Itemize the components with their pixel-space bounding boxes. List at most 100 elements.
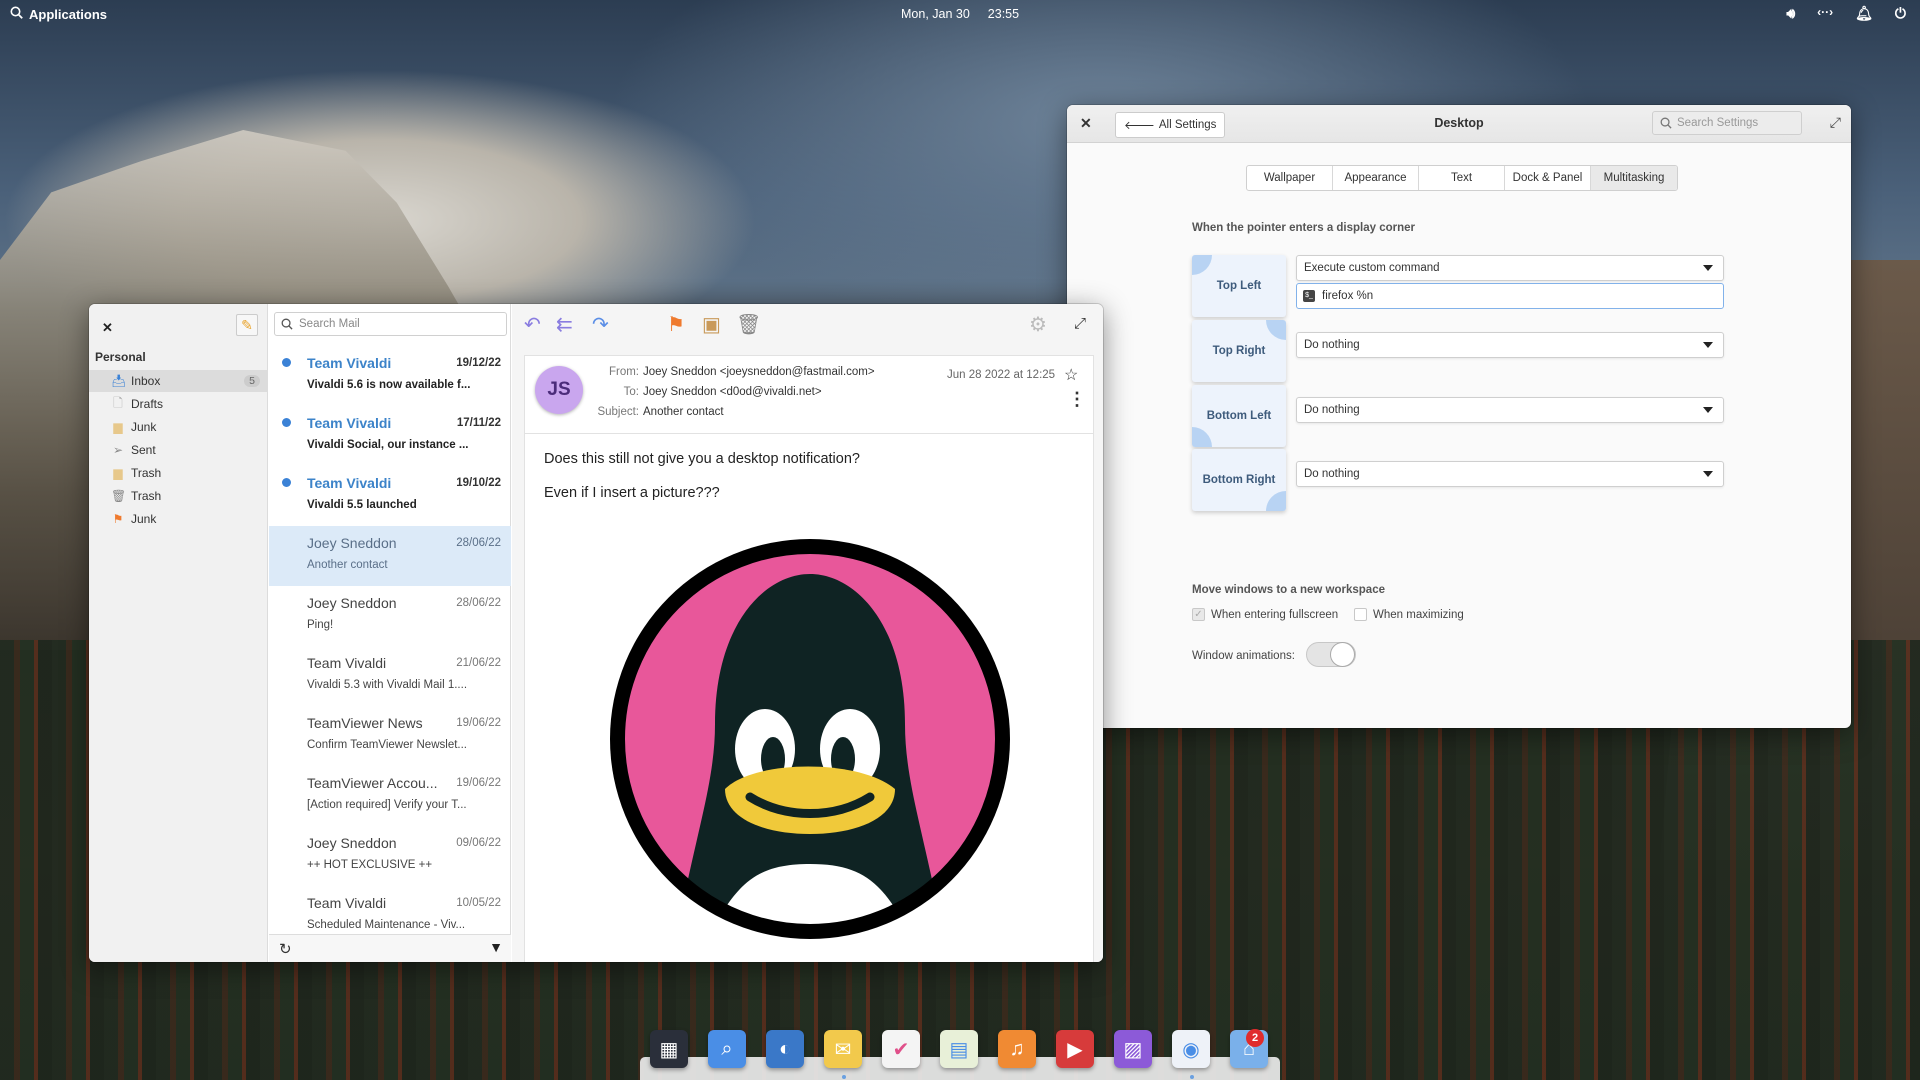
custom-command-input[interactable]: $_ firefox %n [1296, 283, 1724, 309]
photos-icon[interactable]: ▨ [1114, 1030, 1152, 1068]
settings-gear-icon[interactable]: ⚙ [1029, 312, 1047, 337]
corner-indicator [1192, 255, 1212, 275]
power-icon[interactable]: ⏻ [1895, 5, 1906, 22]
message-row[interactable]: Team Vivaldi 19/10/22 Vivaldi 5.5 launched [269, 466, 511, 526]
message-subject: [Action required] Verify your T... [307, 799, 467, 811]
search-mail-input[interactable]: Search Mail [274, 312, 507, 336]
tux-penguin-image [610, 539, 1010, 939]
message-sender: Joey Sneddon [307, 595, 397, 611]
refresh-icon[interactable]: ↻ [279, 940, 292, 958]
tab-wallpaper[interactable]: Wallpaper [1247, 166, 1333, 190]
maximize-icon[interactable]: ⤢ [1074, 315, 1086, 332]
account-label: Personal [95, 350, 146, 364]
message-row[interactable]: TeamViewer News 19/06/22 Confirm TeamViewe… [269, 706, 511, 766]
avatar: JS [535, 366, 583, 414]
folder-drafts[interactable]: 🗋 Drafts [89, 393, 268, 415]
search-settings-input[interactable]: Search Settings [1652, 111, 1802, 135]
videos-icon[interactable]: ▶ [1056, 1030, 1094, 1068]
notifications-icon[interactable]: 🔔︎ [1855, 5, 1873, 22]
files-icon[interactable]: ⌕ [708, 1030, 746, 1068]
bottom-left-action-select[interactable]: Do nothing [1296, 397, 1724, 423]
message-row[interactable]: Team Vivaldi 17/11/22 Vivaldi Social, our … [269, 406, 511, 466]
folder-icon: ▆ [113, 420, 123, 434]
folder-sent[interactable]: ➢ Sent [89, 439, 268, 461]
volume-icon[interactable]: 🔊︎ [1786, 5, 1795, 22]
inbox-icon: 📥︎ [111, 374, 127, 388]
music-icon[interactable]: ♫ [998, 1030, 1036, 1068]
message-row[interactable]: Joey Sneddon 09/06/22 ++ HOT EXCLUSIVE ++ [269, 826, 511, 886]
datetime-indicator[interactable]: Mon, Jan 30 23:55 [901, 7, 1019, 21]
trash-icon[interactable]: 🗑︎ [736, 312, 761, 337]
folder-inbox[interactable]: 📥︎ Inbox 5 [89, 370, 268, 392]
flag-icon[interactable]: ⚑ [667, 312, 685, 337]
message-subject: Vivaldi 5.6 is now available f... [307, 379, 471, 391]
window-animations-label: Window animations: [1192, 650, 1295, 662]
top-right-action-select[interactable]: Do nothing [1296, 332, 1724, 358]
tab-dock-panel[interactable]: Dock & Panel [1505, 166, 1591, 190]
message-row[interactable]: Team Vivaldi 21/06/22 Vivaldi 5.3 with Viv… [269, 646, 511, 706]
mail-icon[interactable]: ✉ [824, 1030, 862, 1068]
system-settings-icon[interactable]: ◉ [1172, 1030, 1210, 1068]
close-icon[interactable]: ✕ [102, 320, 113, 336]
settings-tabs: Wallpaper Appearance Text Dock & Panel M… [1246, 165, 1678, 191]
message-subject: Ping! [307, 619, 334, 631]
trash-icon: 🗑︎ [111, 489, 127, 503]
message-body: Does this still not give you a desktop n… [524, 433, 1094, 962]
corner-bottom-left: Bottom Left [1192, 385, 1286, 447]
message-sender: Team Vivaldi [307, 895, 387, 911]
message-row[interactable]: Joey Sneddon 28/06/22 Ping! [269, 586, 511, 646]
message-date: 21/06/22 [456, 657, 501, 669]
message-date: 09/06/22 [456, 837, 501, 849]
chevron-down-icon [1703, 471, 1713, 477]
fullscreen-checkbox[interactable]: ✓ When entering fullscreen [1192, 608, 1338, 621]
message-row[interactable]: TeamViewer Accou... 19/06/22 [Action requi… [269, 766, 511, 826]
search-icon [281, 318, 293, 330]
message-sender: Team Vivaldi [307, 655, 387, 671]
corner-indicator [1266, 320, 1286, 340]
folder-trash-local[interactable]: 🗑︎ Trash [89, 485, 268, 507]
unread-count-badge: 5 [244, 375, 260, 387]
message-sender: Team Vivaldi [307, 355, 392, 371]
folder-junk-flagged[interactable]: ⚑ Junk [89, 508, 268, 530]
compose-button[interactable]: ✎ [236, 314, 258, 336]
multitasking-view-icon[interactable]: ▦ [650, 1030, 688, 1068]
forward-icon[interactable]: ↷ [592, 312, 609, 337]
top-panel: Applications Mon, Jan 30 23:55 🔊︎ ‹··› 🔔… [0, 0, 1920, 28]
subject-value: Another contact [643, 406, 724, 418]
corners-heading: When the pointer enters a display corner [1192, 222, 1416, 234]
appcenter-update-badge: 2 [1246, 1029, 1264, 1047]
tab-multitasking[interactable]: Multitasking [1591, 166, 1677, 190]
message-row[interactable]: Team Vivaldi 19/12/22 Vivaldi 5.6 is now a… [269, 346, 511, 406]
tab-text[interactable]: Text [1419, 166, 1505, 190]
applications-menu[interactable]: Applications [10, 6, 107, 22]
reply-all-icon[interactable]: ⇇ [556, 312, 573, 337]
top-left-action-select[interactable]: Execute custom command [1296, 255, 1724, 281]
bottom-right-action-select[interactable]: Do nothing [1296, 461, 1724, 487]
reply-icon[interactable]: ↶ [524, 312, 541, 337]
message-date: 19/06/22 [456, 777, 501, 789]
corner-indicator [1192, 427, 1212, 447]
tasks-icon[interactable]: ✔ [882, 1030, 920, 1068]
star-icon[interactable]: ☆ [1064, 365, 1078, 385]
corner-top-right: Top Right [1192, 320, 1286, 382]
window-animations-switch[interactable] [1306, 642, 1356, 667]
maximize-icon[interactable]: ⤢ [1830, 114, 1841, 131]
web-browser-icon[interactable]: ◐ [766, 1030, 804, 1068]
archive-icon[interactable]: ▣ [702, 312, 721, 337]
message-subject: ++ HOT EXCLUSIVE ++ [307, 859, 433, 871]
message-date: 19/06/22 [456, 717, 501, 729]
network-icon[interactable]: ‹··› [1817, 5, 1833, 22]
message-subject: Vivaldi Social, our instance ... [307, 439, 469, 451]
maximizing-checkbox[interactable]: When maximizing [1354, 608, 1464, 621]
unread-dot-icon [282, 478, 291, 487]
more-options-icon[interactable]: ⋮ [1068, 389, 1086, 410]
message-date: 28/06/22 [456, 597, 501, 609]
folder-junk[interactable]: ▆ Junk [89, 416, 268, 438]
filter-icon[interactable]: ▼ [489, 939, 503, 955]
folder-sidebar: ✕ ✎ Personal 📥︎ Inbox 5 🗋 Drafts ▆ Junk … [89, 304, 268, 962]
message-subject: Vivaldi 5.5 launched [307, 499, 417, 511]
tab-appearance[interactable]: Appearance [1333, 166, 1419, 190]
folder-trash[interactable]: ▆ Trash [89, 462, 268, 484]
message-row[interactable]: Joey Sneddon 28/06/22 Another contact [269, 526, 511, 586]
calendar-icon[interactable]: ▤ [940, 1030, 978, 1068]
